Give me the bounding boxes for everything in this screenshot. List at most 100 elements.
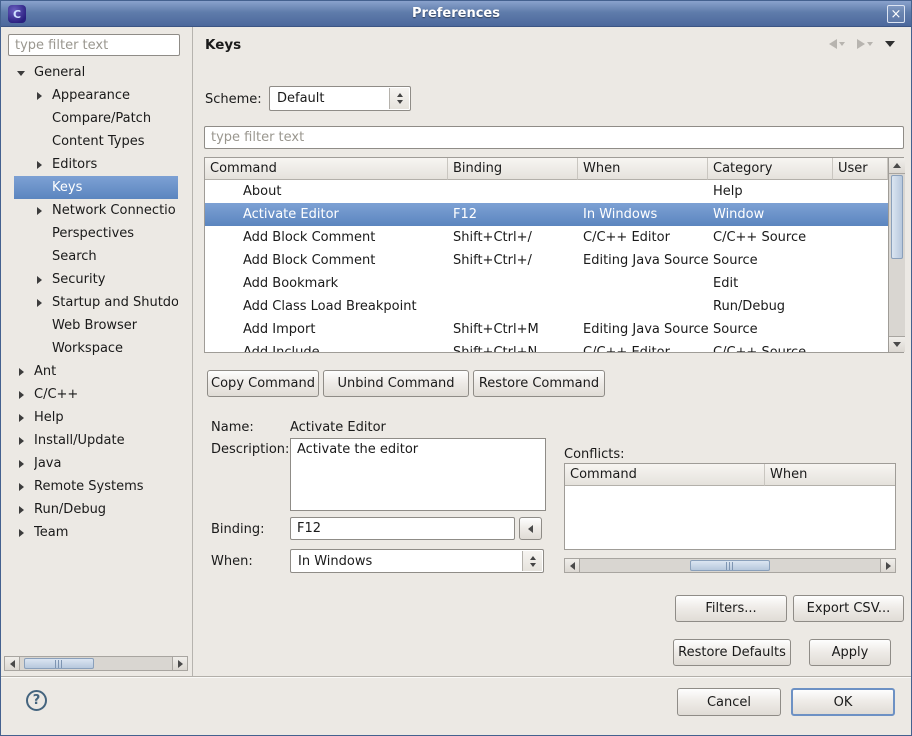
apply-button[interactable]: Apply [809,639,891,666]
expand-arrow-icon[interactable] [16,412,28,424]
table-row[interactable]: Add Block CommentShift+Ctrl+/C/C++ Edito… [205,226,888,249]
command-filter-input[interactable] [204,126,904,149]
description-field[interactable]: Activate the editor [290,438,546,511]
filters-button[interactable]: Filters... [675,595,787,622]
table-row[interactable]: Add ImportShift+Ctrl+MEditing Java Sourc… [205,318,888,341]
column-header-when[interactable]: When [578,158,708,180]
sidebar-item-web-browser[interactable]: Web Browser [14,314,178,337]
scroll-right-icon[interactable] [880,559,895,572]
forward-button[interactable] [857,39,873,49]
restore-defaults-button[interactable]: Restore Defaults [673,639,791,666]
conflicts-horizontal-scrollbar[interactable] [564,558,896,573]
scrollbar-thumb[interactable] [690,560,770,571]
scroll-down-icon[interactable] [889,336,905,352]
expand-arrow-icon[interactable] [16,504,28,516]
scroll-left-icon[interactable] [565,559,580,572]
cancel-button[interactable]: Cancel [677,688,781,716]
cell-category: C/C++ Source [708,341,833,352]
expand-arrow-icon[interactable] [34,297,46,309]
sidebar-item-remote-systems[interactable]: Remote Systems [14,475,178,498]
column-header-binding[interactable]: Binding [448,158,578,180]
back-button[interactable] [829,39,845,49]
table-row[interactable]: Add Block CommentShift+Ctrl+/Editing Jav… [205,249,888,272]
column-header-user[interactable]: User [833,158,888,180]
sidebar-item-team[interactable]: Team [14,521,178,544]
sidebar-item-network-connectio[interactable]: Network Connectio [14,199,178,222]
expand-arrow-icon[interactable] [16,527,28,539]
expand-arrow-icon[interactable] [34,159,46,171]
table-row[interactable]: Add BookmarkEdit [205,272,888,295]
sidebar-item-keys[interactable]: Keys [14,176,178,199]
binding-capture-button[interactable] [519,517,542,540]
sidebar-item-compare-patch[interactable]: Compare/Patch [14,107,178,130]
sidebar-item-appearance[interactable]: Appearance [14,84,178,107]
column-header-command[interactable]: Command [205,158,448,180]
combo-spinner-icon[interactable] [389,88,409,109]
sidebar-item-label: Network Connectio [52,203,176,218]
sidebar-item-install-update[interactable]: Install/Update [14,429,178,452]
sidebar-item-help[interactable]: Help [14,406,178,429]
table-row[interactable]: Add IncludeShift+Ctrl+NC/C++ EditorC/C++… [205,341,888,352]
collapse-arrow-icon[interactable] [16,67,28,79]
table-row[interactable]: AboutHelp [205,180,888,203]
preferences-dialog: C Preferences × General AppearanceCompare… [0,0,912,736]
expand-arrow-icon[interactable] [34,205,46,217]
expand-arrow-icon[interactable] [16,481,28,493]
expand-arrow-icon[interactable] [16,366,28,378]
copy-command-button[interactable]: Copy Command [207,370,319,397]
conflicts-column-command[interactable]: Command [565,464,765,486]
cell-category: Edit [708,272,833,295]
sidebar-item-search[interactable]: Search [14,245,178,268]
preferences-tree: General AppearanceCompare/PatchContent Ty… [1,61,191,654]
sidebar-horizontal-scrollbar[interactable] [4,656,188,671]
ok-button[interactable]: OK [791,688,895,716]
scrollbar-track[interactable] [580,559,880,572]
expand-arrow-icon[interactable] [34,90,46,102]
export-csv-button[interactable]: Export CSV... [793,595,904,622]
sidebar-item-general[interactable]: General [14,61,178,84]
scrollbar-thumb[interactable] [891,175,903,259]
restore-command-button[interactable]: Restore Command [473,370,605,397]
scheme-label: Scheme: [205,91,262,109]
sidebar-item-workspace[interactable]: Workspace [14,337,178,360]
close-icon[interactable]: × [887,5,905,23]
cell-category: Help [708,180,833,203]
sidebar-item-c-c[interactable]: C/C++ [14,383,178,406]
help-icon[interactable]: ? [26,690,47,711]
sidebar-item-content-types[interactable]: Content Types [14,130,178,153]
conflicts-column-when[interactable]: When [765,464,895,486]
scrollbar-track[interactable] [20,657,172,670]
cell-user [833,341,888,352]
tree-indent-spacer [34,251,46,263]
scrollbar-thumb[interactable] [24,658,94,669]
table-row[interactable]: Activate EditorF12In WindowsWindow [205,203,888,226]
sidebar-item-run-debug[interactable]: Run/Debug [14,498,178,521]
sidebar-item-java[interactable]: Java [14,452,178,475]
sidebar-filter-input[interactable] [8,34,180,56]
column-header-category[interactable]: Category [708,158,833,180]
expand-arrow-icon[interactable] [16,435,28,447]
when-combo[interactable]: In Windows [290,549,544,573]
expand-arrow-icon[interactable] [16,389,28,401]
scheme-combo[interactable]: Default [269,86,411,111]
scroll-right-icon[interactable] [172,657,187,670]
view-menu-icon[interactable] [885,41,895,47]
sidebar-item-ant[interactable]: Ant [14,360,178,383]
sidebar-item-security[interactable]: Security [14,268,178,291]
sidebar-item-startup-and-shutdo[interactable]: Startup and Shutdo [14,291,178,314]
cell-user [833,203,888,226]
titlebar[interactable]: C Preferences × [1,1,911,27]
sidebar-item-perspectives[interactable]: Perspectives [14,222,178,245]
unbind-command-button[interactable]: Unbind Command [323,370,469,397]
combo-spinner-icon[interactable] [522,551,542,571]
scroll-left-icon[interactable] [5,657,20,670]
expand-arrow-icon[interactable] [34,274,46,286]
sidebar-item-label: General [34,65,85,80]
table-vertical-scrollbar[interactable] [888,158,905,352]
table-row[interactable]: Add Class Load BreakpointRun/Debug [205,295,888,318]
sidebar-item-editors[interactable]: Editors [14,153,178,176]
binding-field[interactable] [290,517,515,540]
scroll-up-icon[interactable] [889,158,905,174]
window-title: Preferences [1,1,911,27]
expand-arrow-icon[interactable] [16,458,28,470]
